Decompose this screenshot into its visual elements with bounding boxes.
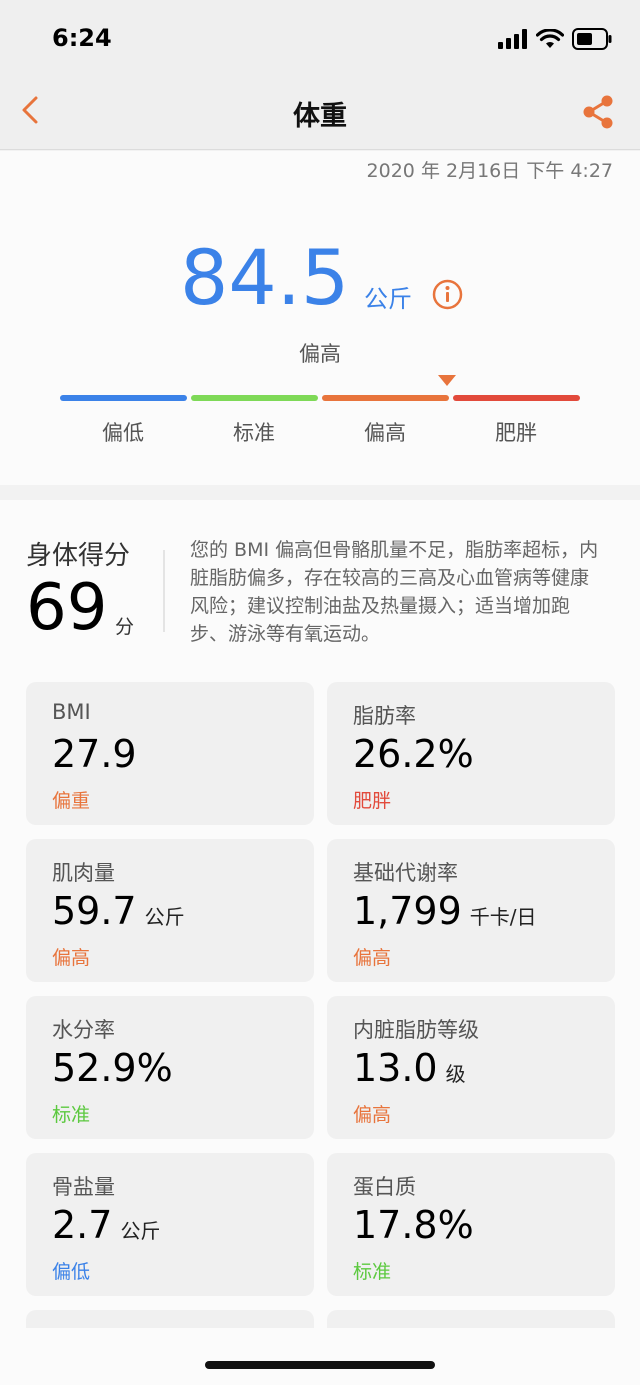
metric-name: 内脏脂肪等级 — [353, 1018, 479, 1042]
body-score-section: 身体得分 69 分 您的 BMI 偏高但骨骼肌量不足，脂肪率超标，内脏脂肪偏多，… — [0, 500, 640, 1385]
metric-value-row: 1,799 千卡/日 — [353, 889, 537, 933]
signal-icon — [498, 29, 527, 49]
measurement-timestamp: 2020 年 2月16日 下午 4:27 — [366, 160, 613, 182]
status-bar: 6:24 — [0, 0, 640, 78]
scale-segment-high — [322, 395, 449, 401]
scale-label-normal: 标准 — [233, 421, 275, 445]
metric-card-bmr[interactable]: 基础代谢率 1,799 千卡/日 偏高 — [327, 839, 615, 982]
status-icons — [498, 28, 612, 50]
metric-unit: 公斤 — [144, 905, 185, 929]
scale-label-low: 偏低 — [102, 421, 144, 445]
metric-value: 52.9% — [52, 1046, 173, 1090]
metric-card-muscle[interactable]: 肌肉量 59.7 公斤 偏高 — [26, 839, 314, 982]
metric-name: 蛋白质 — [353, 1175, 416, 1199]
metric-value: 59.7 — [52, 889, 137, 933]
metric-card-visceral-fat[interactable]: 内脏脂肪等级 13.0 级 偏高 — [327, 996, 615, 1139]
metric-card-water[interactable]: 水分率 52.9% 标准 — [26, 996, 314, 1139]
metric-value: 2.7 — [52, 1203, 113, 1247]
metric-value-row: 17.8% — [353, 1203, 474, 1247]
scale-label-obese: 肥胖 — [495, 421, 537, 445]
metric-status: 标准 — [353, 1261, 392, 1283]
metric-name: 水分率 — [52, 1018, 115, 1042]
page-title: 体重 — [293, 101, 347, 132]
weight-value: 84.5 — [180, 233, 350, 322]
score-description: 您的 BMI 偏高但骨骼肌量不足，脂肪率超标，内脏脂肪偏多，存在较高的三高及心血… — [190, 539, 599, 645]
weight-card: 2020 年 2月16日 下午 4:27 84.5 公斤 偏高 偏低 标准 偏高… — [0, 151, 640, 485]
share-button[interactable] — [580, 94, 616, 130]
metric-status: 偏低 — [52, 1261, 91, 1283]
metric-name: 骨盐量 — [52, 1175, 115, 1199]
metric-status: 偏高 — [353, 947, 392, 969]
weight-status: 偏高 — [299, 342, 341, 366]
metric-name: 脂肪率 — [353, 704, 416, 728]
battery-icon — [572, 28, 612, 50]
scale-segment-obese — [453, 395, 580, 401]
weight-unit: 公斤 — [364, 285, 412, 313]
metric-status: 偏高 — [52, 947, 91, 969]
metric-value: 27.9 — [52, 732, 137, 776]
scale-label-high: 偏高 — [364, 421, 406, 445]
score-title: 身体得分 — [26, 541, 131, 571]
metric-value-row: 59.7 公斤 — [52, 889, 185, 933]
metric-unit: 千卡/日 — [469, 905, 537, 929]
metric-status: 标准 — [52, 1104, 91, 1126]
scale-marker — [438, 375, 456, 386]
scale-segment-low — [60, 395, 187, 401]
metric-name: 基础代谢率 — [353, 861, 458, 885]
metric-unit: 公斤 — [120, 1219, 161, 1243]
score-value: 69 — [26, 571, 108, 645]
metric-card-bone-mass[interactable]: 骨盐量 2.7 公斤 偏低 — [26, 1153, 314, 1296]
metric-value-row: 13.0 级 — [353, 1046, 466, 1090]
metric-card-body-fat[interactable]: 脂肪率 26.2% 肥胖 — [327, 682, 615, 825]
metric-value: 17.8% — [353, 1203, 474, 1247]
weight-scale: 偏低 标准 偏高 肥胖 — [60, 371, 580, 445]
metric-value: 1,799 — [353, 889, 462, 933]
weight-row: 84.5 公斤 — [0, 233, 640, 323]
metric-status: 肥胖 — [353, 790, 392, 812]
metric-value: 26.2% — [353, 732, 474, 776]
metric-unit: 级 — [445, 1062, 466, 1086]
metric-value-row: 2.7 公斤 — [52, 1203, 160, 1247]
nav-bar: 体重 — [0, 78, 640, 150]
home-indicator[interactable] — [205, 1361, 435, 1369]
metric-value-row: 26.2% — [353, 732, 474, 776]
metric-card-bmi[interactable]: BMI 27.9 偏重 — [26, 682, 314, 825]
scale-segment-normal — [191, 395, 318, 401]
bottom-safe-area — [0, 1328, 640, 1385]
metric-value: 13.0 — [353, 1046, 438, 1090]
metric-status: 偏重 — [52, 790, 91, 812]
score-unit: 分 — [115, 616, 135, 638]
score-divider — [163, 550, 165, 632]
metric-value-row: 52.9% — [52, 1046, 173, 1090]
wifi-icon — [536, 29, 564, 48]
info-icon[interactable] — [432, 279, 463, 310]
status-time: 6:24 — [52, 24, 112, 52]
metric-name: 肌肉量 — [52, 861, 115, 885]
metric-value-row: 27.9 — [52, 732, 137, 776]
metric-card-protein[interactable]: 蛋白质 17.8% 标准 — [327, 1153, 615, 1296]
metric-status: 偏高 — [353, 1104, 392, 1126]
share-icon — [583, 95, 613, 129]
metric-name: BMI — [52, 700, 91, 724]
